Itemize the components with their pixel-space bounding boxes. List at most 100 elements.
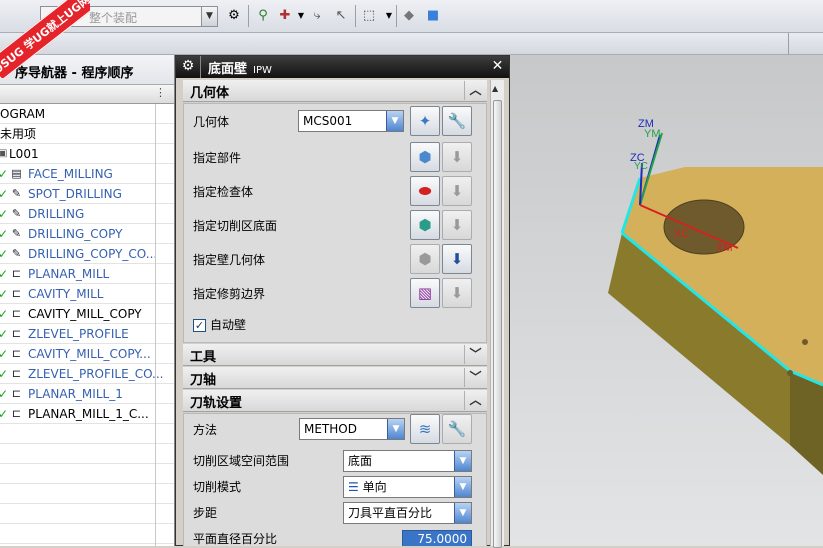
planar-mill-icon: ⊏ [11,267,22,280]
chevron-down-icon[interactable]: ▼ [454,503,471,523]
chevron-down-icon[interactable]: ▼ [386,111,403,131]
chevron-up-icon[interactable]: ︿ [464,391,486,410]
list-item[interactable]: OGRAM [0,104,174,124]
flashlight-icon: ⬇ [442,278,472,308]
list-item[interactable]: ✓▤ FACE_MILLING [0,164,174,184]
list-item[interactable]: ▣L001 [0,144,174,164]
tool-group-header[interactable]: 工具 ﹀ [183,344,487,366]
scroll-up-icon[interactable]: ▲ [492,84,498,93]
select-part-icon[interactable]: ⬢ [410,142,440,172]
operation-label: CAVITY_MILL [28,287,104,301]
specify-floor-label: 指定切削区底面 [193,219,278,233]
method-select[interactable]: METHOD ▼ [299,418,405,440]
method-select-value: METHOD [304,422,357,436]
pointer-icon[interactable]: ↖ [332,7,350,25]
gear-icon[interactable]: ⚙ [180,58,196,74]
navigator-tree: OGRAM 未用项▣L001✓▤FACE_MILLING ✓ ✎ SPOT_DRILLI… [0,104,174,544]
top-toolbar: 整个装配 ▼ ⚙ ⚲ ✚ ▼ ⤷ ↖ ⬚ ▼ ◆ ■ [0,0,823,33]
operation-label: PLANAR_MILL [28,267,110,281]
close-icon[interactable]: ✕ [489,58,506,75]
select-wall-icon: ⬢ [410,244,440,274]
status-check-icon: ✓ [0,404,8,423]
cut-region-select-value: 底面 [348,454,373,468]
select-trim-boundary-icon[interactable]: ▧ [410,278,440,308]
toolbar-separator [788,33,789,55]
geometry-select[interactable]: MCS001 ▼ [298,110,404,132]
status-check-icon: ✓ [0,384,8,403]
assembly-select[interactable]: 整个装配 ▼ [40,6,218,27]
flat-diameter-pct-input[interactable]: 75.0000 [402,530,472,546]
list-item[interactable]: ✓⊏ PLANAR_MILL [0,264,174,284]
list-item[interactable]: ✓✎ DRILLING_COPY_CO... [0,244,174,264]
flat-diameter-pct-label: 平面直径百分比 [193,532,278,546]
select-tool-icon[interactable]: ⤷ [308,7,326,25]
cavity-mill-icon: ⊏ [11,287,22,300]
list-item[interactable]: ✓⊏ ZLEVEL_PROFILE [0,324,174,344]
new-geometry-icon[interactable]: ✦ [410,106,440,136]
list-item[interactable]: ✓✎ DRILLING_COPY [0,224,174,244]
geometry-group-header[interactable]: 几何体 ︿ [183,80,487,102]
stepover-select[interactable]: 刀具平直百分比 ▼ [343,502,472,524]
tree-root-label: OGRAM [0,107,46,121]
list-item[interactable]: 未用项 [0,124,174,144]
dialog-scrollbar[interactable]: ▲ [490,80,504,548]
chevron-down-icon[interactable]: ﹀ [464,368,486,387]
shaded-view-icon[interactable]: ◆ [400,7,418,25]
stepover-select-value: 刀具平直百分比 [348,506,433,520]
list-item[interactable]: ✓✎ DRILLING [0,204,174,224]
cut-region-select[interactable]: 底面 ▼ [343,450,472,472]
scrollbar-thumb[interactable] [493,100,502,548]
select-check-body-icon[interactable]: ⬬ [410,176,440,206]
dialog-title-bar: ⚙ 底面壁 IPW ✕ [176,56,509,78]
status-check-icon: ✓ [0,244,8,263]
path-settings-group-header[interactable]: 刀轨设置 ︿ [183,390,487,412]
select-box-icon[interactable]: ⬚ [360,7,378,25]
empty-row [0,484,174,504]
secondary-toolbar [0,33,823,55]
specify-check-label: 指定检查体 [193,185,254,199]
list-item[interactable]: ✓⊏ PLANAR_MILL_1 [0,384,174,404]
geometry-panel: 几何体 MCS001 ▼ ✦ 🔧 指定部件 ⬢ ⬇ 指定检查体 ⬬ ⬇ 指定切削… [183,103,487,343]
list-item[interactable]: ✓⊏ ZLEVEL_PROFILE_CO... [0,364,174,384]
list-item[interactable]: ✓⊏ CAVITY_MILL_COPY [0,304,174,324]
chevron-down-icon[interactable]: ▼ [454,477,471,497]
dialog-title-text: 底面壁 [208,62,248,77]
drill-op-icon: ✎ [11,187,22,200]
chevron-up-icon[interactable]: ︿ [464,81,486,100]
cube-view-icon[interactable]: ■ [424,7,442,25]
cut-region-label: 切削区域空间范围 [193,454,290,468]
status-check-icon: ✓ [0,364,8,383]
toolbar-separator [396,5,397,27]
list-item[interactable]: ✓✎ SPOT_DRILLING [0,184,174,204]
select-floor-icon[interactable]: ⬢ [410,210,440,240]
navigator-column-header[interactable]: ⋮ [0,85,174,104]
graphics-viewport[interactable]: ZM YM ZC YC XC XM [510,55,823,546]
new-method-icon[interactable]: ≋ [410,414,440,444]
stepover-label: 步距 [193,506,218,520]
auto-wall-checkbox[interactable]: ✓ [193,319,206,332]
empty-row [0,444,174,464]
list-item[interactable]: ✓⊏ CAVITY_MILL_COPY... [0,344,174,364]
column-options-icon[interactable]: ⋮ [155,86,166,99]
face-mill-icon: ▤ [11,167,22,180]
flashlight-icon: ⬇ [442,142,472,172]
chevron-down-icon[interactable]: ﹀ [464,345,486,364]
list-item[interactable]: ✓⊏ CAVITY_MILL [0,284,174,304]
flashlight-icon[interactable]: ⬇ [442,244,472,274]
xc-axis-label: XC [674,228,689,240]
filter-icon[interactable]: ⚲ [254,7,272,25]
title-separator [200,56,201,78]
axis-group-header[interactable]: 刀轴 ﹀ [183,367,487,389]
chevron-down-icon[interactable]: ▼ [454,451,471,471]
cut-pattern-select[interactable]: ☰ 单向 ▼ [343,476,472,498]
chevron-down-icon[interactable]: ▼ [387,419,404,439]
assembly-icon[interactable]: ⚙ [225,7,243,25]
toolbar-separator [248,5,249,27]
operation-label: SPOT_DRILLING [28,187,122,201]
chevron-down-icon[interactable]: ▼ [201,7,217,26]
empty-row [0,424,174,444]
operation-label: ZLEVEL_PROFILE [28,327,129,341]
operation-label: DRILLING_COPY_CO... [28,247,158,261]
wrench-edit-icon[interactable]: 🔧 [442,106,472,136]
list-item[interactable]: ✓⊏ PLANAR_MILL_1_C... [0,404,174,424]
